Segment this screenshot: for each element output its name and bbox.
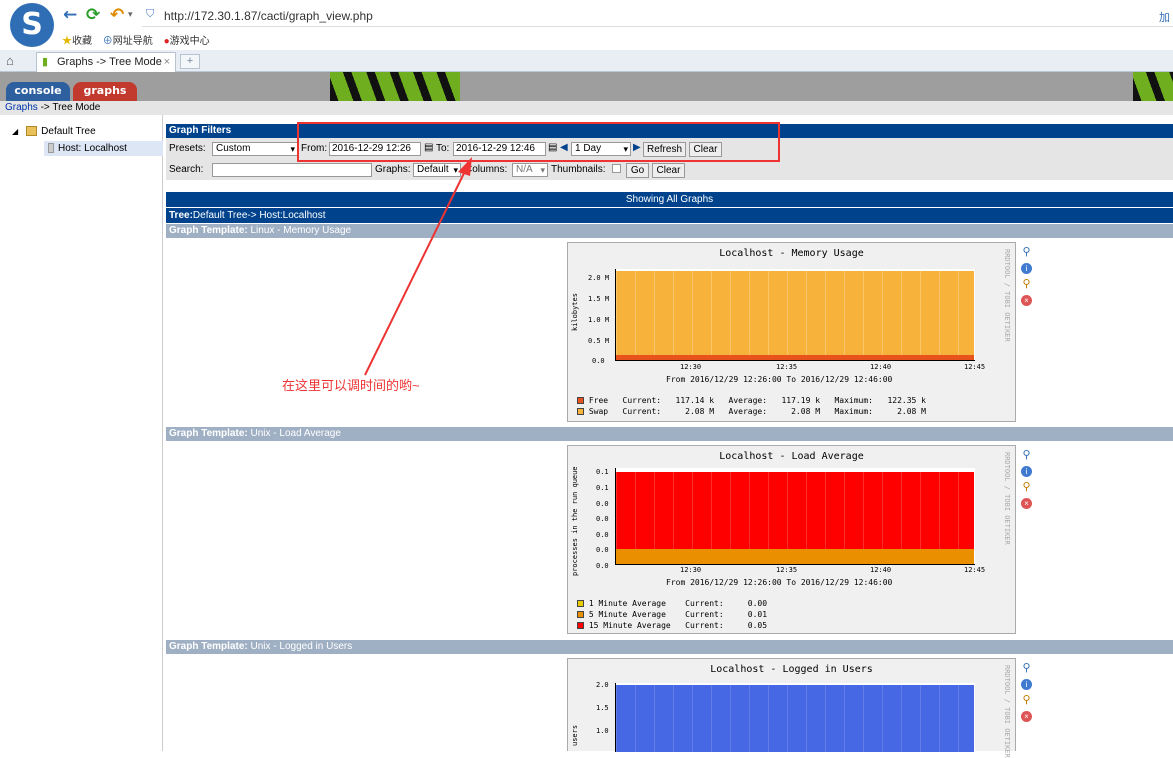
annotation-arrow [364, 157, 472, 376]
annotation-text: 在这里可以调时间的哟~ [282, 378, 420, 393]
